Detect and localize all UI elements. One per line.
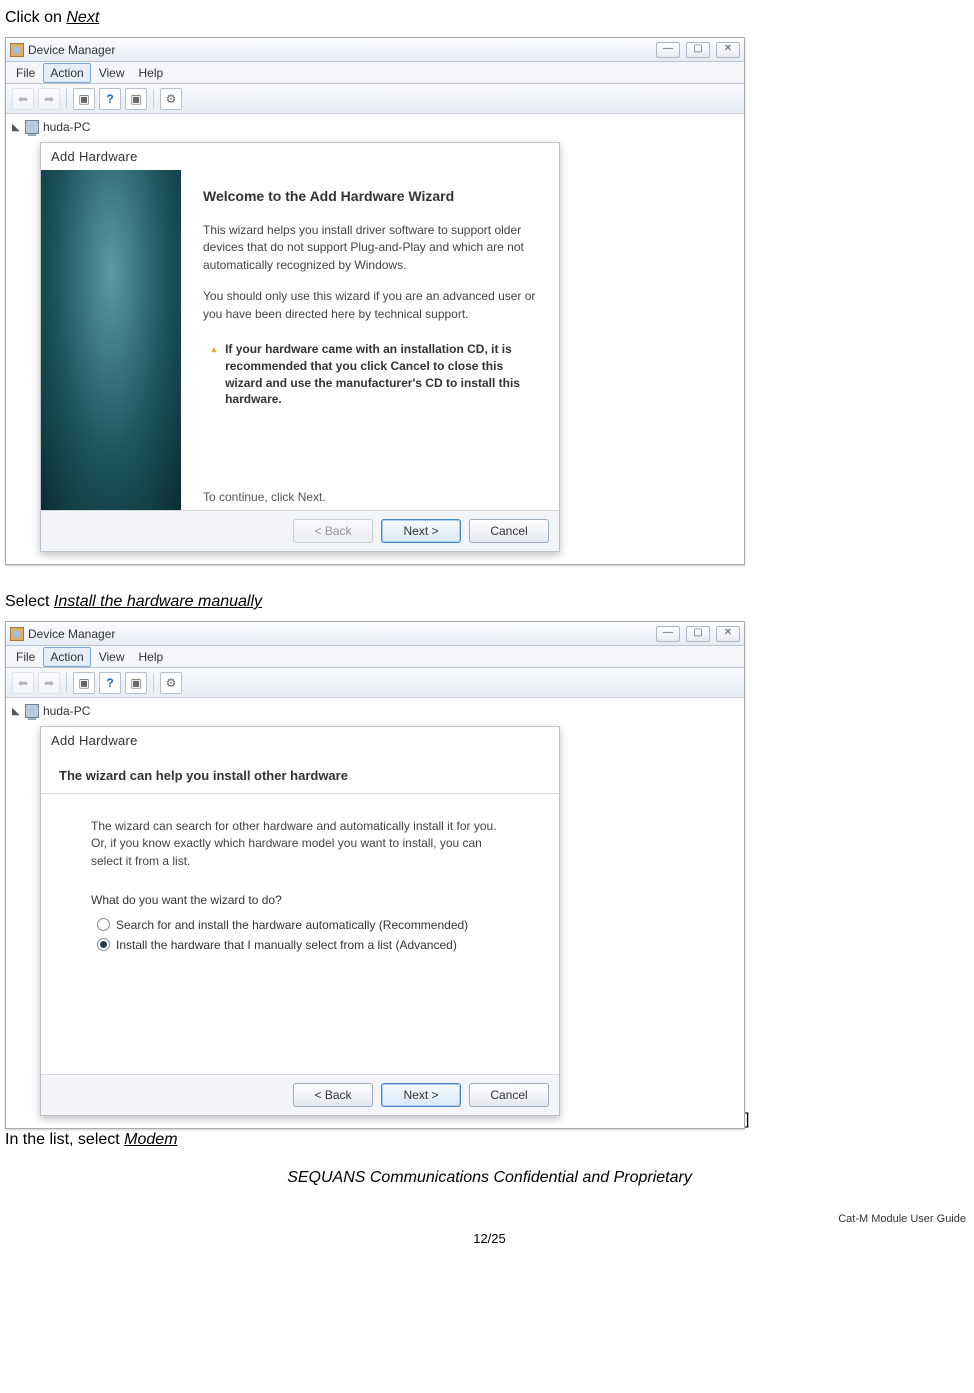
warning-text: If your hardware came with an installati… [225,341,537,408]
footer-page: 12/25 [5,1231,974,1246]
maximize-button[interactable]: ▢ [686,42,710,58]
warning-box: If your hardware came with an installati… [203,341,537,408]
wizard-p1: This wizard helps you install driver sof… [203,222,537,274]
computer-name: huda-PC [43,120,90,134]
help-icon[interactable]: ? [99,672,121,694]
wizard-heading: The wizard can help you install other ha… [59,768,541,783]
device-manager-icon [10,43,24,57]
forward-icon: ➡ [38,88,60,110]
menu-file[interactable]: File [10,648,41,666]
instruction-text: Select [5,593,54,610]
device-manager-window-1: Device Manager — ▢ ✕ File Action View He… [5,37,745,565]
minimize-button[interactable]: — [656,42,680,58]
menu-action[interactable]: Action [43,647,90,667]
instruction-link-next: Next [66,9,99,26]
toolbar: ⬅ ➡ ▣ ? ▣ ⚙ [6,84,744,114]
properties-icon[interactable]: ▣ [73,88,95,110]
window-title: Device Manager [28,43,115,57]
footer-confidential: SEQUANS Communications Confidential and … [5,1169,974,1187]
device-manager-window-2: Device Manager — ▢ ✕ File Action View He… [5,621,745,1129]
back-button: < Back [293,519,373,543]
window-titlebar: Device Manager — ▢ ✕ [6,622,744,646]
back-button[interactable]: < Back [293,1083,373,1107]
minimize-button[interactable]: — [656,626,680,642]
collapse-icon[interactable]: ◣ [12,123,21,132]
refresh-icon[interactable]: ⚙ [160,672,182,694]
add-hardware-wizard-welcome: Add Hardware Welcome to the Add Hardware… [40,142,560,552]
radio-auto[interactable]: Search for and install the hardware auto… [97,918,509,932]
menu-help[interactable]: Help [133,64,170,82]
properties-icon[interactable]: ▣ [73,672,95,694]
radio-manual[interactable]: Install the hardware that I manually sel… [97,938,509,952]
menu-file[interactable]: File [10,64,41,82]
radio-off-icon[interactable] [97,918,110,931]
wizard-heading: Welcome to the Add Hardware Wizard [203,188,537,204]
tree-row-root[interactable]: ◣ huda-PC [12,118,738,136]
dialog-title: Add Hardware [41,727,559,754]
menu-action[interactable]: Action [43,63,90,83]
tree-area: ◣ huda-PC Add Hardware The wizard can he… [6,698,744,1128]
wizard-question: What do you want the wizard to do? [91,892,509,909]
stray-bracket: ] [745,1111,749,1129]
add-hardware-wizard-step2: Add Hardware The wizard can help you ins… [40,726,560,1116]
menu-bar: File Action View Help [6,62,744,84]
continue-text: To continue, click Next. [203,490,537,504]
instruction-click-next: Click on Next [5,9,974,27]
dialog-title: Add Hardware [41,143,559,170]
instruction-select-modem: In the list, select Modem [5,1131,974,1149]
instruction-link-manual: Install the hardware manually [54,593,262,610]
dialog-button-row: < Back Next > Cancel [41,510,559,551]
menu-help[interactable]: Help [133,648,170,666]
computer-icon [25,120,39,134]
window-titlebar: Device Manager — ▢ ✕ [6,38,744,62]
back-icon: ⬅ [12,672,34,694]
instruction-link-modem: Modem [124,1131,177,1148]
menu-view[interactable]: View [93,64,131,82]
radio-label: Install the hardware that I manually sel… [116,938,457,952]
back-icon: ⬅ [12,88,34,110]
maximize-button[interactable]: ▢ [686,626,710,642]
menu-bar: File Action View Help [6,646,744,668]
window-title: Device Manager [28,627,115,641]
wizard-p2: You should only use this wizard if you a… [203,288,537,323]
forward-icon: ➡ [38,672,60,694]
refresh-icon[interactable]: ⚙ [160,88,182,110]
warning-icon [211,341,217,359]
menu-view[interactable]: View [93,648,131,666]
instruction-text: Click on [5,9,66,26]
radio-on-icon[interactable] [97,938,110,951]
toolbar: ⬅ ➡ ▣ ? ▣ ⚙ [6,668,744,698]
dialog-button-row: < Back Next > Cancel [41,1074,559,1115]
radio-label: Search for and install the hardware auto… [116,918,468,932]
cancel-button[interactable]: Cancel [469,519,549,543]
scan-icon[interactable]: ▣ [125,88,147,110]
instruction-select-manual: Select Install the hardware manually [5,593,974,611]
computer-icon [25,704,39,718]
computer-name: huda-PC [43,704,90,718]
instruction-text: In the list, select [5,1131,124,1148]
help-icon[interactable]: ? [99,88,121,110]
footer-doc-title: Cat-M Module User Guide [5,1213,974,1225]
dialog-header: The wizard can help you install other ha… [41,754,559,794]
scan-icon[interactable]: ▣ [125,672,147,694]
wizard-side-graphic [41,170,181,510]
close-button[interactable]: ✕ [716,42,740,58]
cancel-button[interactable]: Cancel [469,1083,549,1107]
device-manager-icon [10,627,24,641]
collapse-icon[interactable]: ◣ [12,707,21,716]
tree-area: ◣ huda-PC Add Hardware Welcome to the Ad… [6,114,744,564]
next-button[interactable]: Next > [381,1083,461,1107]
close-button[interactable]: ✕ [716,626,740,642]
wizard-p1: The wizard can search for other hardware… [91,818,509,870]
tree-row-root[interactable]: ◣ huda-PC [12,702,738,720]
next-button[interactable]: Next > [381,519,461,543]
